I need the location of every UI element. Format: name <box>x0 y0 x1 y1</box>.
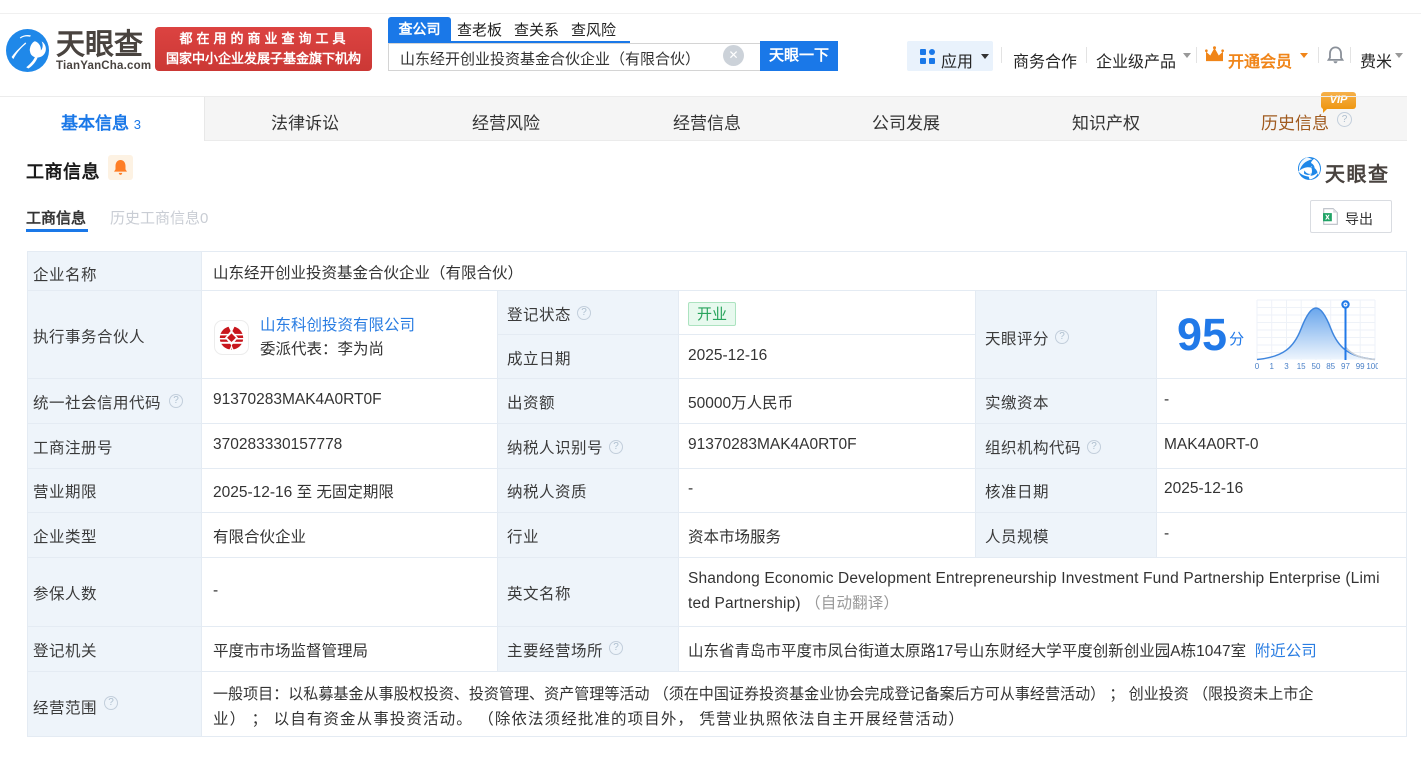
svg-text:97: 97 <box>1341 362 1350 371</box>
svg-text:85: 85 <box>1326 362 1335 371</box>
svg-text:0: 0 <box>1255 362 1260 371</box>
svg-text:3: 3 <box>1284 362 1289 371</box>
svg-text:1: 1 <box>1269 362 1274 371</box>
svg-text:99: 99 <box>1356 362 1365 371</box>
svg-text:100: 100 <box>1366 362 1378 371</box>
svg-text:15: 15 <box>1297 362 1306 371</box>
svg-text:50: 50 <box>1312 362 1321 371</box>
